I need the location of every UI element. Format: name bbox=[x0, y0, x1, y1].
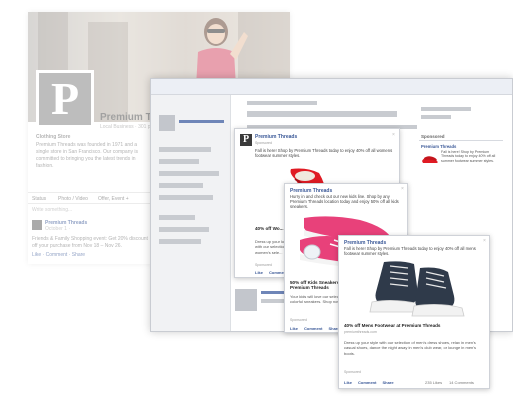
ad-image-dark-sneakers[interactable] bbox=[344, 258, 486, 320]
comments-count[interactable]: 14 Comments bbox=[449, 380, 474, 385]
like-button[interactable]: Like bbox=[255, 270, 263, 275]
share-button[interactable]: Share bbox=[382, 380, 393, 385]
ad-title[interactable]: 40% off Mens Footwear at Premium Threads bbox=[344, 323, 441, 328]
compose-input[interactable]: Write something... bbox=[32, 207, 72, 214]
ad-sponsored-footer: Sponsored bbox=[290, 318, 307, 322]
brand-logo: P bbox=[240, 134, 252, 146]
page-profile-logo: P bbox=[36, 70, 94, 128]
sidebar-ad-text: Fall is here! Shop by Premium Threads to… bbox=[441, 150, 496, 163]
tab-photo-video[interactable]: Photo / Video bbox=[58, 196, 88, 202]
tab-offer-event[interactable]: Offer, Event + bbox=[98, 196, 129, 202]
sidebar-divider bbox=[419, 140, 503, 141]
post-text: Friends & Family Shopping event: Get 20%… bbox=[32, 236, 148, 249]
ad-sponsored-footer: Sponsored bbox=[344, 370, 361, 374]
sidebar-sponsored-header: Sponsored bbox=[421, 134, 445, 139]
about-title: Clothing Store bbox=[36, 134, 71, 140]
left-sidebar bbox=[151, 95, 231, 331]
like-button[interactable]: Like bbox=[344, 380, 352, 385]
post-time: October 1 · bbox=[45, 226, 71, 232]
ad-text: Fall is here! Shop by Premium Threads to… bbox=[255, 148, 393, 159]
sidebar-ad-image[interactable] bbox=[421, 150, 439, 165]
ad-text: Fall is here! Shop by Premium Threads to… bbox=[344, 246, 476, 257]
tab-status[interactable]: Status bbox=[32, 196, 46, 202]
profile-avatar[interactable] bbox=[159, 115, 175, 131]
post-actions[interactable]: Like · Comment · Share bbox=[32, 252, 85, 259]
like-button[interactable]: Like bbox=[290, 326, 298, 331]
ad-description: Dress up your style with our selection o… bbox=[344, 340, 477, 356]
ad-actions: Like Comment Share bbox=[344, 380, 400, 385]
mens-ad-card: Premium Threads × Fall is here! Shop by … bbox=[338, 235, 490, 389]
ad-sponsored-footer: Sponsored bbox=[255, 263, 272, 267]
close-icon[interactable]: × bbox=[392, 132, 395, 138]
comment-button[interactable]: Comment bbox=[304, 326, 322, 331]
ad-text: Hurry in and check out our new kids line… bbox=[290, 194, 399, 210]
comment-button[interactable]: Comment bbox=[358, 380, 376, 385]
sidebar-ad-brand[interactable]: Premium Threads bbox=[421, 144, 456, 149]
ad-title[interactable]: 40% off Wo... bbox=[255, 226, 284, 231]
top-bar bbox=[151, 79, 512, 95]
about-text: Premium Threads was founded in 1971 and … bbox=[36, 142, 138, 169]
post-avatar bbox=[32, 220, 42, 230]
ad-sponsored-label: Sponsored bbox=[255, 141, 272, 145]
ad-brand-name[interactable]: Premium Threads bbox=[255, 134, 297, 140]
close-icon[interactable]: × bbox=[401, 186, 404, 192]
composer-avatar bbox=[235, 289, 257, 311]
close-icon[interactable]: × bbox=[483, 238, 486, 244]
ad-url[interactable]: premiumthreads.com bbox=[344, 330, 377, 334]
likes-count[interactable]: 235 Likes bbox=[425, 380, 442, 385]
